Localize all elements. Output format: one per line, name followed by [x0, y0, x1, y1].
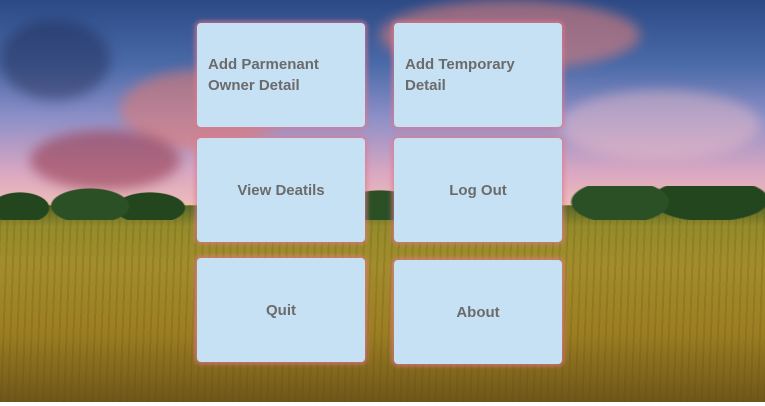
add-temporary-detail-button[interactable]: Add Temporary Detail [394, 23, 562, 127]
cloud [560, 90, 760, 160]
about-label: About [456, 303, 500, 321]
add-temporary-detail-label: Add Temporary Detail [405, 56, 515, 94]
log-out-button[interactable]: Log Out [394, 138, 562, 242]
about-button[interactable]: About [394, 260, 562, 364]
wheat-field [0, 205, 765, 402]
add-permanent-owner-label: Add Parmenant Owner Detail [208, 56, 319, 94]
treeline [0, 186, 765, 220]
quit-label: Quit [266, 301, 296, 319]
cloud [0, 20, 110, 100]
view-details-label: View Deatils [237, 181, 325, 199]
log-out-label: Log Out [449, 181, 507, 199]
quit-button[interactable]: Quit [197, 258, 365, 362]
cloud [30, 130, 180, 190]
background-landscape [0, 0, 765, 402]
add-permanent-owner-button[interactable]: Add Parmenant Owner Detail [197, 23, 365, 127]
view-details-button[interactable]: View Deatils [197, 138, 365, 242]
